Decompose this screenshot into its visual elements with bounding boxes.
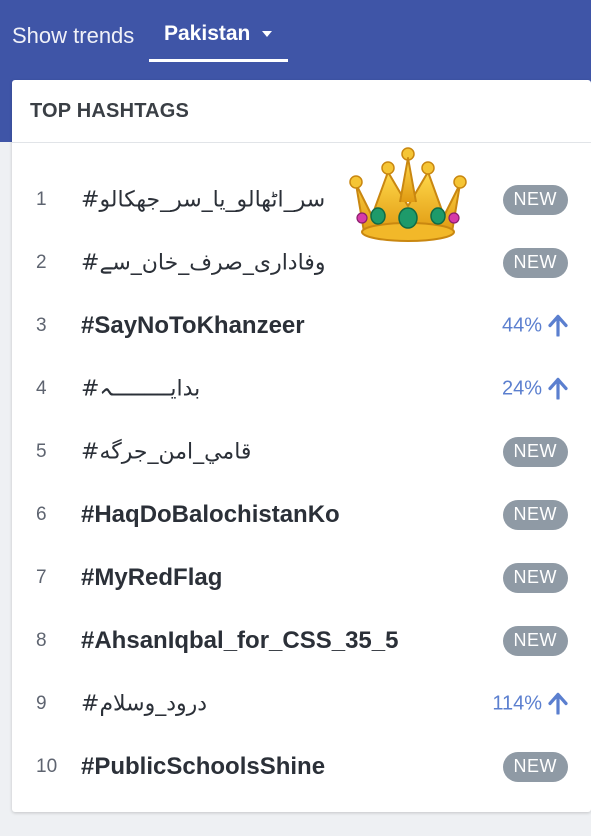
hashtag-row[interactable]: 2 #وفاداری_صرف_خان_سے NEW (12, 231, 591, 294)
hashtag-row[interactable]: 3 #SayNoToKhanzeer 44% (12, 294, 591, 357)
rank-number: 5 (36, 440, 47, 462)
hashtag-row[interactable]: 4 #بدایـــــــــہ 24% (12, 357, 591, 420)
rank-number: 4 (36, 377, 47, 399)
arrow-up-icon (548, 377, 568, 400)
arrow-up-icon (548, 314, 568, 337)
card-header: TOP HASHTAGS (12, 80, 591, 143)
hashtag-text[interactable]: #HaqDoBalochistanKo (81, 501, 340, 529)
growth-indicator: 44% (502, 314, 568, 337)
rank-number: 2 (36, 251, 47, 273)
new-badge: NEW (502, 625, 568, 656)
hashtag-text[interactable]: #وفاداری_صرف_خان_سے (81, 250, 325, 275)
growth-indicator: 114% (492, 692, 568, 715)
hashtag-row[interactable]: 6 #HaqDoBalochistanKo NEW (12, 483, 591, 546)
card-title: TOP HASHTAGS (30, 99, 190, 122)
hashtag-list: 1 #سر_اٹھالو_یا_سر_جھکالو NEW 2 #وفاداری… (12, 168, 591, 798)
new-badge: NEW (502, 499, 568, 530)
top-hashtags-card: TOP HASHTAGS 1 #سر_اٹھالو_یا_سر_جھکالو N… (12, 80, 591, 812)
rank-number: 6 (36, 503, 47, 525)
rank-number: 1 (36, 188, 47, 210)
new-badge: NEW (502, 751, 568, 782)
hashtag-row[interactable]: 8 #AhsanIqbal_for_CSS_35_5 NEW (12, 609, 591, 672)
caret-down-icon (262, 30, 273, 37)
hashtag-row[interactable]: 10 #PublicSchoolsShine NEW (12, 735, 591, 798)
new-badge: NEW (502, 184, 568, 215)
hashtag-row[interactable]: 9 #درود_وسلام 114% (12, 672, 591, 735)
arrow-up-icon (548, 692, 568, 715)
hashtag-text[interactable]: #قامي_امن_جرگه (81, 439, 251, 464)
rank-number: 8 (36, 629, 47, 651)
new-badge: NEW (502, 562, 568, 593)
new-badge: NEW (502, 436, 568, 467)
growth-indicator: 24% (502, 377, 568, 400)
hashtag-text[interactable]: #SayNoToKhanzeer (81, 312, 305, 340)
rank-number: 10 (36, 755, 58, 777)
country-selector[interactable]: Pakistan (149, 8, 288, 62)
hashtag-text[interactable]: #AhsanIqbal_for_CSS_35_5 (81, 627, 398, 655)
new-badge: NEW (502, 247, 568, 278)
hashtag-text[interactable]: #بدایـــــــــہ (81, 376, 200, 401)
hashtag-row[interactable]: 1 #سر_اٹھالو_یا_سر_جھکالو NEW (12, 168, 591, 231)
hashtag-text[interactable]: #درود_وسلام (81, 691, 207, 716)
rank-number: 9 (36, 692, 47, 714)
growth-percent: 114% (492, 692, 542, 714)
hashtag-text[interactable]: #MyRedFlag (81, 564, 222, 592)
crown-icon (349, 147, 467, 242)
hashtag-row[interactable]: 7 #MyRedFlag NEW (12, 546, 591, 609)
growth-percent: 24% (501, 377, 542, 399)
country-label: Pakistan (164, 21, 251, 45)
hashtag-text[interactable]: #PublicSchoolsShine (81, 753, 325, 781)
growth-percent: 44% (501, 314, 542, 336)
hashtag-row[interactable]: 5 #قامي_امن_جرگه NEW (12, 420, 591, 483)
rank-number: 3 (36, 314, 47, 336)
hashtag-text[interactable]: #سر_اٹھالو_یا_سر_جھکالو (81, 187, 325, 212)
show-trends-label: Show trends (12, 23, 135, 48)
rank-number: 7 (36, 566, 47, 588)
